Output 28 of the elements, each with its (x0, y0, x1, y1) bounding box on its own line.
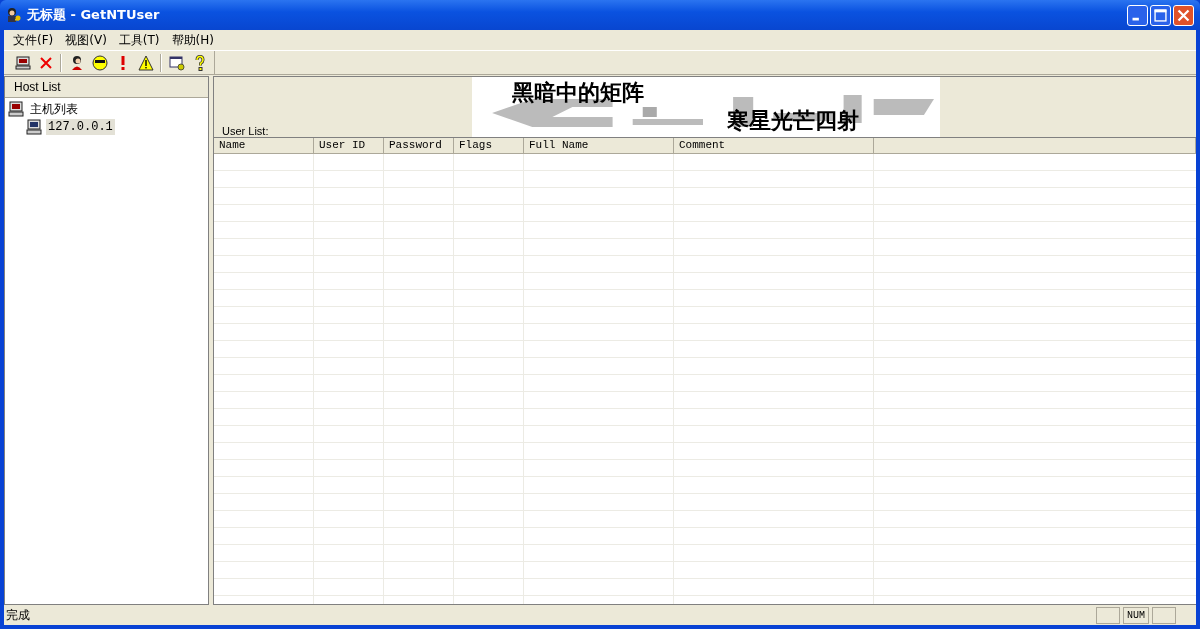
menu-item[interactable]: 工具(T) (111, 31, 165, 49)
column-header[interactable]: Comment (674, 138, 874, 154)
menu-item[interactable]: 帮助(H) (164, 31, 219, 49)
column-header[interactable]: Flags (454, 138, 524, 154)
window-title: 无标题 - GetNTUser (27, 6, 161, 24)
column-header[interactable]: Full Name (524, 138, 674, 154)
computer-icon (8, 101, 24, 117)
status-pane (1096, 606, 1120, 624)
computer-icon (26, 119, 42, 135)
close-button[interactable] (1173, 4, 1194, 26)
column-header[interactable]: Name (214, 138, 314, 154)
tree-item[interactable]: 127.0.0.1 (46, 119, 115, 135)
menu-item[interactable]: 文件(F) (6, 31, 59, 49)
banner-tagline: 寒星光芒四射 (727, 107, 859, 135)
user-list-label: User List: (222, 125, 269, 137)
column-header[interactable]: Password (384, 138, 454, 154)
minimize-button[interactable] (1127, 4, 1148, 26)
status-indicator: NUM (1123, 606, 1149, 624)
menu-item[interactable]: 视图(V) (58, 31, 112, 49)
banner-headline: 黑暗中的矩阵 (512, 79, 644, 107)
status-pane (1152, 606, 1176, 624)
panel-header: Host List (5, 77, 208, 98)
minimize-icon (1132, 17, 1139, 20)
maximize-button[interactable] (1150, 4, 1171, 26)
tree-item[interactable]: 主机列表 (28, 99, 80, 119)
status-text: 完成 (5, 606, 31, 624)
person-key-icon (6, 7, 22, 23)
column-header[interactable]: User ID (314, 138, 384, 154)
